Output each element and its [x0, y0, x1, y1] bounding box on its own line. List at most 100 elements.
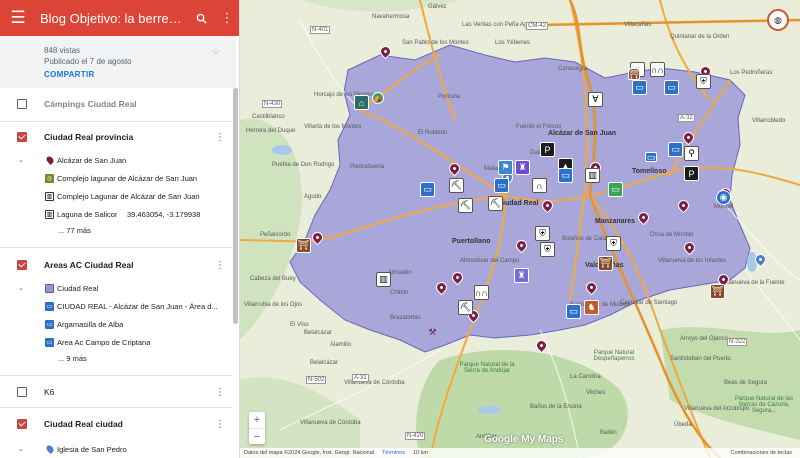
museum-marker[interactable]: ⚑ — [498, 160, 513, 175]
rv-marker[interactable]: ▭ — [494, 178, 509, 193]
pickaxe-marker[interactable]: ⚒ — [425, 325, 440, 340]
rv-marker[interactable]: ▭ — [664, 80, 679, 95]
layer-areas-ac[interactable]: Areas AC Ciudad Real ⋮ — [0, 251, 232, 279]
view-count: 848 vistas — [44, 46, 81, 55]
layer-options-icon[interactable]: ⋮ — [215, 132, 225, 143]
ruins-marker[interactable]: ⛨ — [535, 226, 550, 241]
rv-marker[interactable]: ▭ — [632, 80, 647, 95]
map-pin-marker[interactable] — [583, 279, 600, 296]
share-button[interactable]: COMPARTIR — [44, 70, 236, 79]
layer-options-icon[interactable]: ⋮ — [215, 387, 225, 398]
layer-checkbox[interactable] — [17, 99, 27, 109]
more-link[interactable]: ... 77 más — [58, 226, 91, 235]
sidebar-scrollbar[interactable] — [233, 88, 238, 324]
castle-marker[interactable]: ♜ — [515, 160, 530, 175]
rv-marker[interactable]: ▭ — [420, 182, 435, 197]
map-owner-avatar[interactable]: ◍ — [767, 9, 789, 31]
chevron-down-icon[interactable]: ⌄ — [18, 156, 24, 164]
fish-marker[interactable]: ∀ — [588, 92, 603, 107]
map-canvas[interactable]: Navahermosa San Pablo de los Montes Gálv… — [240, 0, 800, 458]
ruins-marker[interactable]: ⛨ — [696, 74, 711, 89]
house-marker[interactable]: ⌂ — [354, 95, 369, 110]
terms-link[interactable]: Términos — [382, 450, 405, 456]
mining-marker[interactable]: ⛏ — [449, 178, 464, 193]
castle-marker[interactable]: ♜ — [514, 268, 529, 283]
list-item[interactable]: ◎ Complejo lagunar de Alcázar de San Jua… — [0, 169, 232, 187]
keyboard-shortcuts-link[interactable]: Combinaciones de teclas — [731, 450, 800, 456]
museum-marker[interactable]: ▥ — [376, 272, 391, 287]
town-label: Puebla de Don Rodrigo — [272, 162, 335, 168]
mining-marker[interactable]: ⛏ — [488, 196, 503, 211]
layer-checkbox[interactable] — [17, 387, 27, 397]
binoculars-marker[interactable]: ∩ — [532, 178, 547, 193]
map-pin-marker[interactable] — [680, 129, 697, 146]
map-pin-marker[interactable] — [533, 337, 550, 354]
list-item[interactable]: ▭ CIUDAD REAL - Alcázar de San Juan - Ár… — [0, 297, 232, 315]
viewpoint-marker[interactable]: ◉ — [716, 190, 731, 205]
layer-checkbox[interactable] — [17, 260, 27, 270]
map-pin-marker[interactable] — [539, 197, 556, 214]
town-label: Vilches — [586, 390, 606, 396]
rv-marker[interactable]: ▭ — [608, 182, 623, 197]
layer-campings[interactable]: Cámpings Ciudad Real — [0, 90, 232, 118]
town-label: Brazatortas — [390, 315, 421, 321]
list-item[interactable]: ⌄ Ciudad Real — [0, 279, 232, 297]
mining-marker[interactable]: ⛏ — [458, 198, 473, 213]
zoom-control: + − — [249, 412, 265, 444]
menu-button[interactable]: ☰ — [0, 0, 36, 36]
map-pin-marker[interactable] — [377, 43, 394, 60]
rv-marker[interactable]: ▭ — [668, 142, 683, 157]
divider — [0, 247, 232, 248]
rv-marker[interactable]: ▭ — [645, 152, 657, 162]
layer-ciudad-real-provincia[interactable]: Ciudad Real provincia ⋮ — [0, 123, 232, 151]
layer-checkbox[interactable] — [17, 419, 27, 429]
layer-k6[interactable]: K6 ⋮ — [0, 378, 232, 406]
map-pin-marker[interactable] — [513, 237, 530, 254]
chevron-down-icon[interactable]: ⌄ — [18, 284, 24, 292]
star-icon[interactable]: ☆ — [211, 45, 221, 58]
binoculars-marker[interactable]: ∩∩ — [474, 285, 489, 300]
binoculars-marker[interactable]: ∩∩ — [650, 62, 665, 77]
temple-marker[interactable]: ⛩ — [628, 68, 640, 80]
chevron-down-icon[interactable]: ⌄ — [18, 445, 24, 453]
list-item[interactable]: ▭ Area Ac Campo de Criptana — [0, 333, 232, 351]
temple-marker[interactable]: ⛩ — [598, 256, 613, 271]
zoom-in-button[interactable]: + — [249, 412, 265, 428]
map-pin-marker[interactable] — [433, 279, 450, 296]
parking-marker[interactable]: P — [684, 166, 699, 181]
map-pin-marker[interactable] — [309, 229, 326, 246]
deer-marker[interactable]: ♞ — [584, 300, 599, 315]
more-options-button[interactable]: ⋮ — [214, 0, 239, 36]
road-label: N-420 — [405, 432, 426, 440]
museum-marker[interactable]: ▥ — [585, 168, 600, 183]
cycling-marker[interactable]: ⚲ — [684, 146, 699, 161]
layer-ciudad-real-ciudad[interactable]: Ciudad Real ciudad ⋮ — [0, 410, 232, 438]
list-item[interactable]: ▥ Complejo Lagunar de Alcázar de San Jua… — [0, 187, 232, 205]
ruins-marker[interactable]: ⛨ — [540, 242, 555, 257]
map-pin-marker[interactable] — [752, 251, 769, 268]
rv-marker[interactable]: ▭ — [566, 304, 581, 319]
search-button[interactable] — [188, 0, 214, 36]
campsite-marker[interactable]: ⛺ — [372, 92, 384, 104]
list-item[interactable]: ⌄ Iglesia de San Pedro — [0, 440, 232, 458]
layer-options-icon[interactable]: ⋮ — [215, 260, 225, 271]
parking-marker[interactable]: P — [540, 142, 555, 157]
map-pin-marker[interactable] — [635, 209, 652, 226]
layer-checkbox[interactable] — [17, 132, 27, 142]
map-pin-marker[interactable] — [681, 239, 698, 256]
more-link[interactable]: ... 9 más — [58, 354, 87, 363]
ruins-marker[interactable]: ⛨ — [606, 236, 621, 251]
map-pin-marker[interactable] — [449, 269, 466, 286]
map-pin-marker[interactable] — [675, 197, 692, 214]
map-pin-marker[interactable] — [446, 160, 463, 177]
town-label: Los Yébenes — [495, 40, 530, 46]
list-item[interactable]: ▥ Laguna de Salicor 39.463054, -3.179938 — [0, 205, 232, 223]
mining-marker[interactable]: ⛏ — [458, 300, 473, 315]
list-item[interactable]: ⌄ Alcázar de San Juan — [0, 151, 232, 169]
temple-marker[interactable]: ⛩ — [710, 284, 725, 299]
layer-options-icon[interactable]: ⋮ — [215, 419, 225, 430]
list-item[interactable]: ▭ Argamasilla de Alba — [0, 315, 232, 333]
zoom-out-button[interactable]: − — [249, 429, 265, 445]
rv-marker[interactable]: ▭ — [558, 168, 573, 183]
temple-marker[interactable]: ⛩ — [296, 238, 311, 253]
